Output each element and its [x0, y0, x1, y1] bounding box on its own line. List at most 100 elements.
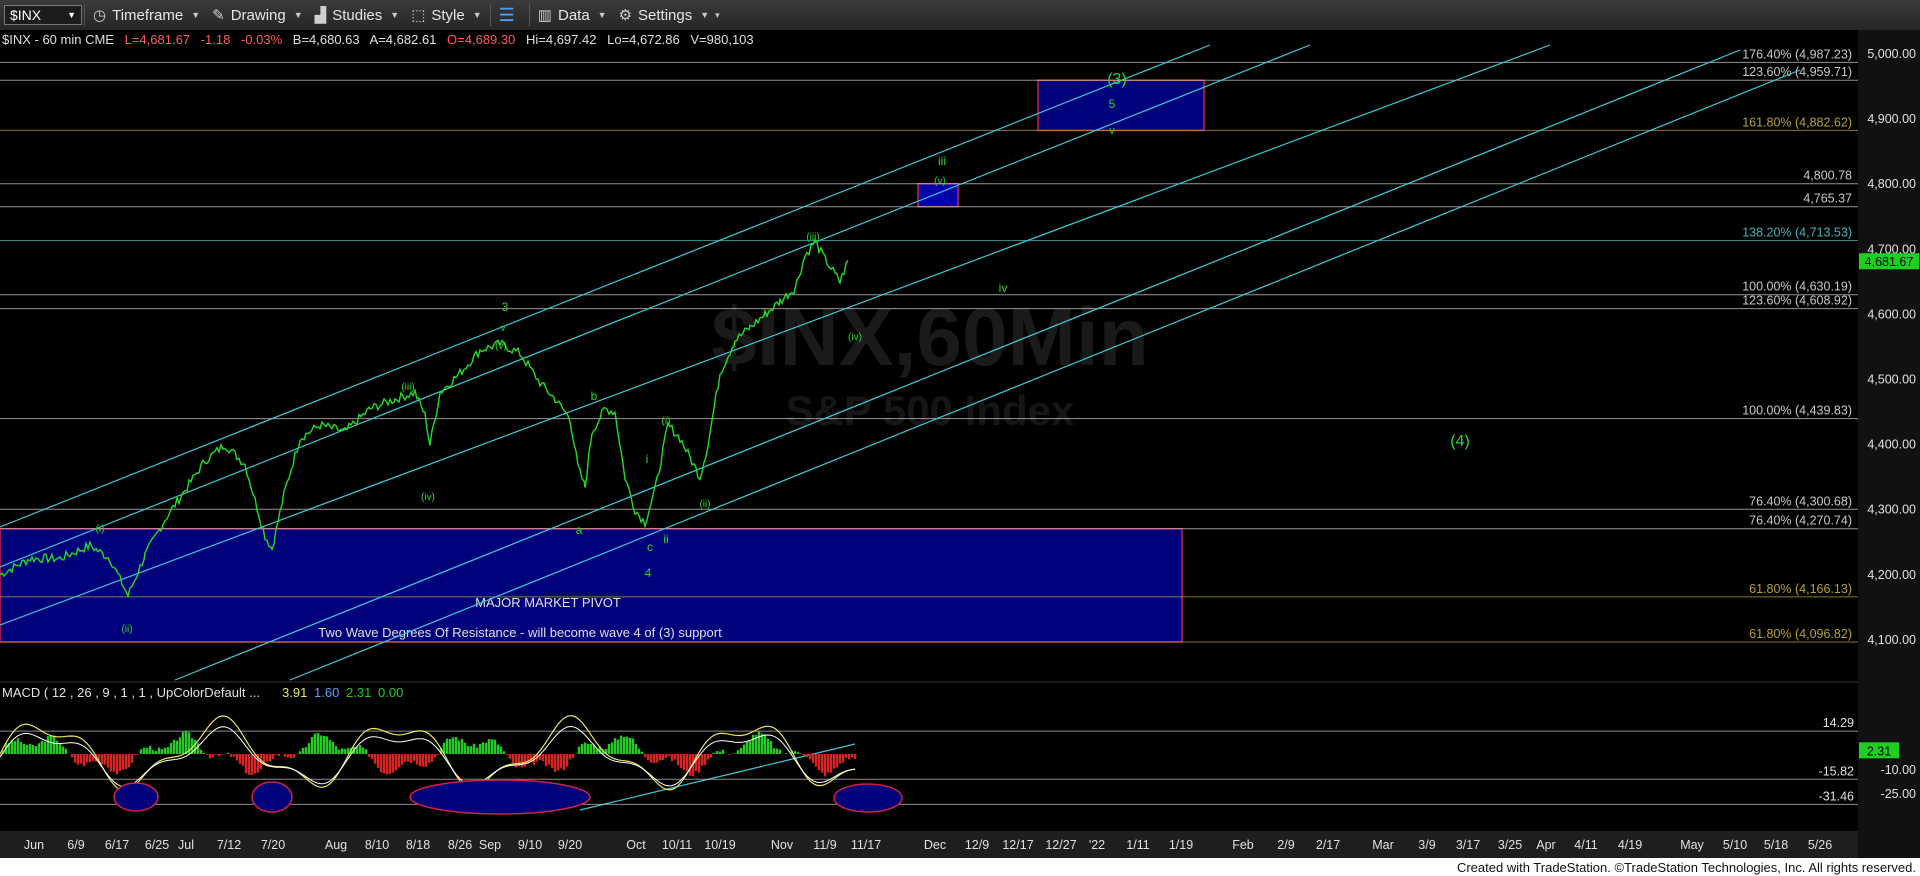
time-tick-label: 2/9 [1277, 838, 1294, 852]
symbol-value: $INX [10, 7, 42, 23]
wave-label-ii-left: (ii) [121, 624, 132, 635]
symbol-input[interactable]: $INX ▼ [4, 5, 82, 25]
wave-label-b: b [591, 389, 598, 403]
macd-divergence-ellipse [409, 779, 591, 815]
wave-label-iii-paren: (iii) [806, 232, 819, 243]
separator [84, 4, 85, 26]
wave-label-3: 3 [502, 300, 509, 314]
fib-label: 100.00% (4,439.83) [1742, 404, 1852, 418]
time-tick-label: Sep [479, 838, 501, 852]
macd-value-1: 3.91 [282, 685, 307, 700]
price-tick-label: 4,200.00 [1867, 568, 1916, 582]
settings-button[interactable]: ⚙ Settings ▼ ▾ [613, 0, 726, 30]
fib-label: 138.20% (4,713.53) [1742, 225, 1852, 239]
time-tick-label: 11/17 [851, 838, 881, 852]
data-button[interactable]: ▥ Data ▼ [532, 0, 613, 30]
quote-line: $INX - 60 min CME L=4,681.67 -1.18 -0.03… [2, 32, 761, 47]
macd-value-2: 1.60 [314, 685, 339, 700]
fib-label: 4,765.37 [1803, 192, 1852, 206]
studies-label: Studies [332, 6, 383, 24]
time-tick-label: 1/11 [1126, 838, 1149, 852]
time-tick-label: 8/18 [406, 838, 430, 852]
time-tick-label: 9/10 [518, 838, 542, 852]
wave-label-4: 4 [645, 566, 652, 580]
price-tick-label: 4,900.00 [1867, 112, 1916, 126]
wave-label-v-3: v [501, 323, 506, 334]
style-button[interactable]: ⬚ Style ▼ [405, 0, 487, 30]
wave-label-4-major: (4) [1450, 433, 1470, 450]
macd-level-label: -31.46 [1819, 789, 1854, 803]
price-tick-label: 5,000.00 [1867, 47, 1916, 61]
time-tick-label: 4/11 [1574, 838, 1597, 852]
style-label: Style [431, 6, 465, 24]
caret-icon: ▼ [597, 10, 607, 20]
quote-high: Hi=4,697.42 [525, 32, 597, 47]
dropdown-caret-icon[interactable]: ▼ [67, 10, 76, 20]
wave-label-ii: ii [663, 532, 668, 546]
macd-divergence-ellipse [251, 781, 293, 813]
fib-label: 100.00% (4,630.19) [1742, 280, 1852, 294]
wave-label-iv: iv [999, 281, 1008, 295]
price-chart[interactable]: $INX,60MinS&P 500 Index MAJOR MARKET PIV… [0, 30, 1920, 858]
macd-tick-label: -25.00 [1881, 787, 1916, 801]
time-tick-label: 5/18 [1764, 838, 1788, 852]
wave-label-iv-paren2: (iv) [421, 492, 435, 503]
macd-divergence-ellipse [833, 783, 903, 813]
drawing-label: Drawing [230, 6, 286, 24]
fib-label: 61.80% (4,096.82) [1749, 627, 1852, 641]
wave-label-iii: iii [938, 154, 946, 168]
price-tick-label: 4,600.00 [1867, 307, 1916, 321]
time-tick-label: Aug [325, 838, 347, 852]
fib-label: 123.60% (4,608.92) [1742, 294, 1852, 308]
wave-label-a: a [576, 523, 583, 537]
time-tick-label: 11/9 [813, 838, 836, 852]
drawing-button[interactable]: ✎ Drawing ▼ [206, 0, 309, 30]
wave-label-iii-paren2: (iii) [401, 382, 414, 393]
wave-label-v-target: v [1109, 125, 1115, 137]
time-tick-label: 7/20 [261, 838, 285, 852]
time-tick-label: 6/17 [105, 838, 129, 852]
wave-label-3-major: (3) [1107, 71, 1127, 88]
layout-button[interactable]: ☰ [493, 0, 527, 30]
macd-badge-label: 2.31 [1867, 744, 1891, 758]
data-label: Data [557, 6, 590, 24]
chart-background [0, 30, 1920, 858]
macd-divergence-ellipse [113, 782, 159, 812]
time-tick-label: 8/26 [448, 838, 472, 852]
time-tick-label: Nov [771, 838, 794, 852]
wave-label-i-paren: (i) [662, 416, 671, 427]
watermark-title: $INX,60Min [711, 292, 1148, 383]
quote-last: L=4,681.67 [124, 32, 191, 47]
fib-label: 61.80% (4,166.13) [1749, 582, 1852, 596]
time-tick-label: Dec [924, 838, 946, 852]
time-tick-label: 5/26 [1808, 838, 1832, 852]
quote-change-pct: -0.03% [240, 32, 283, 47]
time-tick-label: 1/19 [1169, 838, 1193, 852]
studies-button[interactable]: ▟ Studies ▼ [309, 0, 406, 30]
time-tick-label: 12/27 [1045, 838, 1076, 852]
time-tick-label: 4/19 [1618, 838, 1642, 852]
time-tick-label: 5/10 [1723, 838, 1747, 852]
time-tick-label: 3/25 [1498, 838, 1522, 852]
settings-label: Settings [638, 6, 693, 24]
time-tick-label: 9/20 [558, 838, 582, 852]
price-tick-label: 4,100.00 [1867, 633, 1916, 647]
quote-symbol: $INX - 60 min CME [2, 32, 114, 47]
caret-icon: ▼ [472, 10, 482, 20]
timeframe-icon: ◷ [93, 7, 107, 24]
gear-icon: ⚙ [618, 7, 633, 24]
wave-label-i-left: (i) [96, 524, 105, 535]
time-tick-label: 7/12 [217, 838, 241, 852]
separator [489, 4, 491, 26]
price-tick-label: 4,800.00 [1867, 177, 1916, 191]
layout-icon: ☰ [498, 4, 515, 25]
style-icon: ⬚ [411, 7, 426, 24]
time-tick-label: Feb [1232, 838, 1254, 852]
caret-icon: ▼ [390, 10, 400, 20]
wave-label-iv-paren: (iv) [848, 332, 862, 343]
quote-change: -1.18 [200, 32, 231, 47]
timeframe-button[interactable]: ◷ Timeframe ▼ [87, 0, 206, 30]
wave-label-c: c [647, 540, 653, 554]
time-tick-label: 12/17 [1002, 838, 1033, 852]
macd-level-label: -15.82 [1819, 764, 1854, 778]
